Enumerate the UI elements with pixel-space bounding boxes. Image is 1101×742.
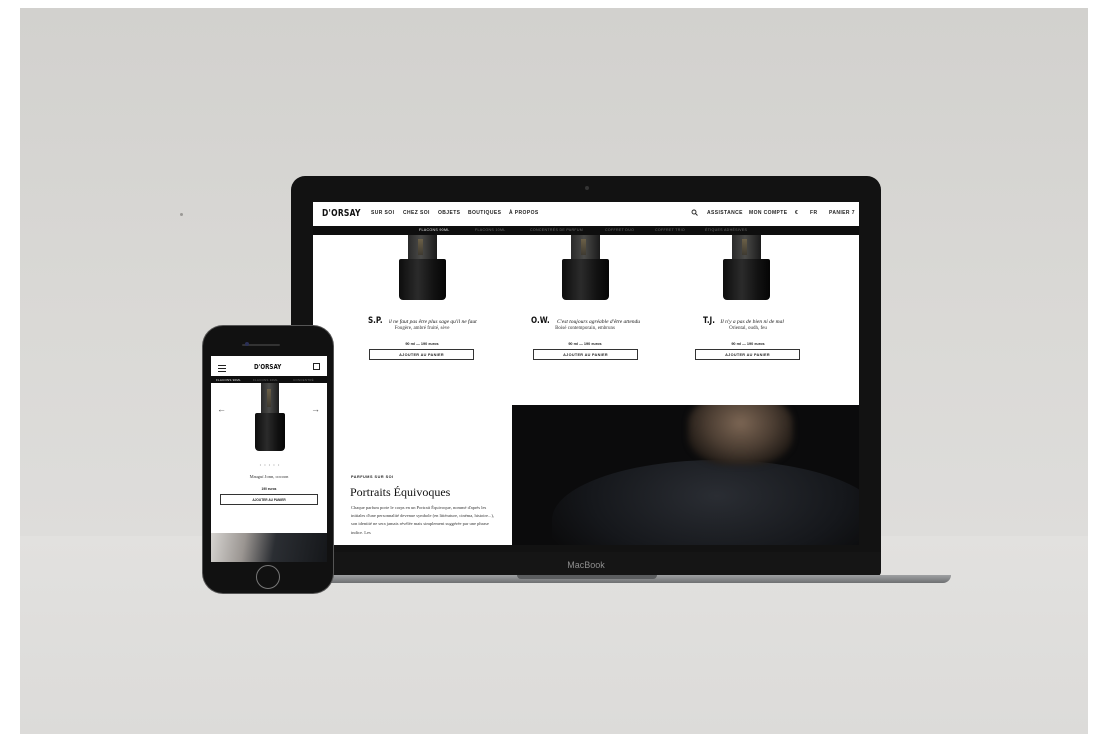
nav-boutiques[interactable]: BOUTIQUES: [468, 210, 501, 216]
phone-home-button[interactable]: [256, 565, 280, 589]
product-image-ow[interactable]: [562, 235, 609, 300]
nav-a-propos[interactable]: À PROPOS: [509, 210, 539, 216]
currency-selector[interactable]: €: [795, 210, 798, 216]
mobile-header: D'ORSAY: [211, 356, 327, 376]
mobile-subnav: FLACONS 90ML FLACONS 10ML CONCENTRÉ: [211, 376, 327, 383]
subnav-etiquettes[interactable]: ÉTIQUES ADHÉSIVES: [705, 228, 747, 232]
nav-chez-soi[interactable]: CHEZ SOI: [403, 210, 430, 216]
site-logo[interactable]: D'ORSAY: [322, 208, 361, 219]
product-image-sp[interactable]: [399, 235, 446, 300]
mockup-scene: D'ORSAY SUR SOI CHEZ SOI OBJETS BOUTIQUE…: [0, 0, 1101, 742]
laptop-screen: D'ORSAY SUR SOI CHEZ SOI OBJETS BOUTIQUE…: [313, 202, 859, 545]
product-initials: O.W.: [531, 316, 550, 326]
nav-mon-compte[interactable]: MON COMPTE: [749, 210, 787, 216]
wall-speck: [180, 213, 183, 216]
carousel-dots[interactable]: • • • • •: [255, 462, 285, 467]
subnav-coffret-trio[interactable]: COFFRET TRIO: [655, 228, 685, 232]
product-price: 90 ml — 190 euros: [405, 342, 439, 346]
section-body: Chaque parfum porte le corps en un Portr…: [351, 505, 495, 535]
product-initials: T.J.: [703, 316, 715, 326]
product-price: 90 ml — 190 euros: [568, 342, 602, 346]
product-notes: Boisé contemporain, embruns: [555, 326, 615, 331]
mobile-subnav-flacons-10ml[interactable]: FLACONS 10ML: [253, 378, 278, 382]
section-eyebrow: PARFUMS SUR SOI: [351, 475, 394, 479]
nav-assistance[interactable]: ASSISTANCE: [707, 210, 743, 216]
laptop-chin: MacBook: [291, 552, 881, 576]
menu-icon[interactable]: [218, 365, 226, 372]
mobile-editorial-photo: [211, 523, 327, 562]
cart-bag-icon[interactable]: [313, 363, 320, 370]
subnav-flacons-10ml[interactable]: FLACONS 10ML: [475, 228, 506, 232]
add-to-cart-button[interactable]: AJOUTER AU PANIER: [369, 349, 474, 360]
product-tagline: Il n'y a pas de bien ni de mal: [720, 319, 784, 325]
laptop-brand-label: MacBook: [567, 560, 605, 570]
mobile-subnav-flacons-90ml[interactable]: FLACONS 90ML: [216, 378, 241, 382]
mobile-product-image[interactable]: [255, 383, 285, 451]
mobile-subnav-concentre[interactable]: CONCENTRÉ: [293, 378, 314, 382]
subnav-concentres[interactable]: CONCENTRÉS DE PARFUM: [530, 228, 583, 232]
mobile-product-price: 190 euros: [261, 487, 277, 491]
mobile-product-name: Mauguí Jonn, cocoon: [249, 474, 289, 479]
product-initials: S.P.: [368, 316, 383, 326]
mobile-logo[interactable]: D'ORSAY: [254, 363, 281, 371]
nav-sur-soi[interactable]: SUR SOI: [371, 210, 394, 216]
product-price: 90 ml — 190 euros: [731, 342, 765, 346]
add-to-cart-button[interactable]: AJOUTER AU PANIER: [533, 349, 638, 360]
carousel-prev-arrow[interactable]: ←: [217, 404, 226, 414]
product-notes: Oriental, oudh, feu: [729, 326, 767, 331]
product-tagline: il ne faut pas être plus sage qu'il ne f…: [388, 319, 477, 325]
search-icon[interactable]: [691, 209, 698, 216]
carousel-next-arrow[interactable]: →: [311, 404, 320, 414]
language-selector[interactable]: FR: [810, 210, 817, 216]
phone-screen: D'ORSAY FLACONS 90ML FLACONS 10ML CONCEN…: [211, 356, 327, 562]
editorial-photo: [512, 405, 859, 545]
category-subnav: FLACONS 90ML FLACONS 10ML CONCENTRÉS DE …: [313, 226, 859, 235]
laptop-opening-notch: [517, 575, 657, 579]
subnav-coffret-duo[interactable]: COFFRET DUO: [605, 228, 634, 232]
phone-camera: [245, 342, 249, 346]
subnav-flacons-90ml[interactable]: FLACONS 90ML: [419, 228, 450, 232]
product-image-tj[interactable]: [723, 235, 770, 300]
nav-objets[interactable]: OBJETS: [438, 210, 460, 216]
laptop-camera: [585, 186, 589, 190]
product-notes: Fougère, ambré fruité, sève: [394, 326, 450, 331]
cart-link[interactable]: PANIER 7: [829, 210, 855, 216]
add-to-cart-button[interactable]: AJOUTER AU PANIER: [695, 349, 800, 360]
mobile-add-to-cart-button[interactable]: AJOUTER AU PANIER: [220, 494, 318, 505]
product-tagline: C'est toujours agréable d'être attendu: [556, 319, 641, 325]
section-title: Portraits Équivoques: [350, 485, 451, 499]
site-header: D'ORSAY SUR SOI CHEZ SOI OBJETS BOUTIQUE…: [313, 202, 859, 226]
